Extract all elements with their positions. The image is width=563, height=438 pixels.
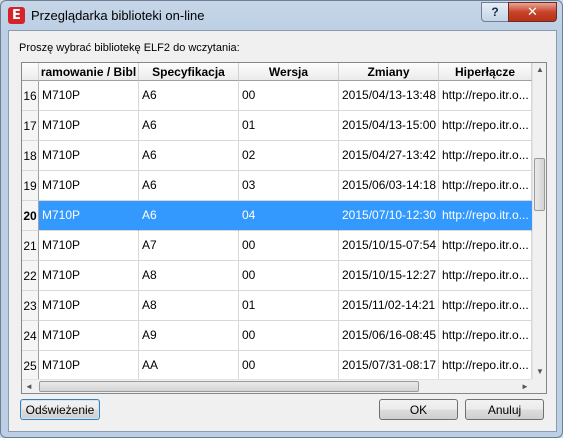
cell-hyperlink[interactable]: http://repo.itr.o...: [439, 231, 532, 261]
cell-changes[interactable]: 2015/10/15-07:54: [339, 231, 439, 261]
cancel-button[interactable]: Anuluj: [465, 399, 544, 420]
column-header-changes[interactable]: Zmiany: [339, 63, 439, 81]
cell-framework[interactable]: M710P: [39, 81, 139, 111]
cell-version[interactable]: 02: [239, 141, 339, 171]
cell-version[interactable]: 00: [239, 261, 339, 291]
cell-specification[interactable]: A8: [139, 291, 239, 321]
cell-framework[interactable]: M710P: [39, 261, 139, 291]
refresh-button[interactable]: Odświeżenie: [20, 399, 100, 420]
title-bar[interactable]: E Przeglądarka biblioteki on-line ? ✕: [1, 1, 562, 31]
ok-button[interactable]: OK: [379, 399, 458, 420]
row-number: 25: [22, 351, 39, 381]
cell-changes[interactable]: 2015/04/27-13:42: [339, 141, 439, 171]
row-number: 16: [22, 81, 39, 111]
vertical-scroll-thumb[interactable]: [534, 158, 545, 211]
cell-framework[interactable]: M710P: [39, 111, 139, 141]
cell-framework[interactable]: M710P: [39, 141, 139, 171]
row-number: 23: [22, 291, 39, 321]
cell-hyperlink[interactable]: http://repo.itr.o...: [439, 111, 532, 141]
cell-changes[interactable]: 2015/06/16-08:45: [339, 321, 439, 351]
cell-version[interactable]: 01: [239, 111, 339, 141]
column-header-hyperlink[interactable]: Hiperłącze: [439, 63, 532, 81]
scrollbar-corner: [532, 379, 546, 393]
table-row[interactable]: 23 M710P A8 01 2015/11/02-14:21 http://repo.i…: [22, 291, 532, 321]
cell-specification[interactable]: A6: [139, 171, 239, 201]
cell-changes[interactable]: 2015/10/15-12:27: [339, 261, 439, 291]
cell-hyperlink[interactable]: http://repo.itr.o...: [439, 141, 532, 171]
scroll-left-arrow-icon[interactable]: ◄: [22, 380, 36, 393]
row-number: 19: [22, 171, 39, 201]
cell-version[interactable]: 00: [239, 81, 339, 111]
cell-specification[interactable]: A6: [139, 141, 239, 171]
cell-specification[interactable]: A6: [139, 201, 239, 231]
scroll-right-arrow-icon[interactable]: ►: [518, 380, 532, 393]
row-number: 24: [22, 321, 39, 351]
row-number: 22: [22, 261, 39, 291]
help-button[interactable]: ?: [481, 2, 509, 22]
cell-framework[interactable]: M710P: [39, 231, 139, 261]
row-number: 18: [22, 141, 39, 171]
cell-version[interactable]: 00: [239, 321, 339, 351]
table-row[interactable]: 22 M710P A8 00 2015/10/15-12:27 http://repo.i…: [22, 261, 532, 291]
table-row[interactable]: 21 M710P A7 00 2015/10/15-07:54 http://repo.i…: [22, 231, 532, 261]
cell-hyperlink[interactable]: http://repo.itr.o...: [439, 201, 532, 231]
vertical-scrollbar[interactable]: ▲ ▼: [532, 63, 546, 379]
cell-version[interactable]: 00: [239, 231, 339, 261]
column-header-specification[interactable]: Specyfikacja: [139, 63, 239, 81]
table-row[interactable]: 20 M710P A6 04 2015/07/10-12:30 http://repo.i…: [22, 201, 532, 231]
cell-specification[interactable]: AA: [139, 351, 239, 381]
cell-version[interactable]: 00: [239, 351, 339, 381]
column-header-version[interactable]: Wersja: [239, 63, 339, 81]
row-number: 20: [22, 201, 39, 231]
cell-hyperlink[interactable]: http://repo.itr.o...: [439, 351, 532, 381]
dialog-body: Proszę wybrać bibliotekę ELF2 do wczytan…: [8, 30, 557, 432]
cell-hyperlink[interactable]: http://repo.itr.o...: [439, 291, 532, 321]
cell-changes[interactable]: 2015/04/13-15:00: [339, 111, 439, 141]
table-row[interactable]: 24 M710P A9 00 2015/06/16-08:45 http://repo.i…: [22, 321, 532, 351]
cell-changes[interactable]: 2015/07/10-12:30: [339, 201, 439, 231]
cell-framework[interactable]: M710P: [39, 171, 139, 201]
row-number: 21: [22, 231, 39, 261]
cell-hyperlink[interactable]: http://repo.itr.o...: [439, 171, 532, 201]
cell-framework[interactable]: M710P: [39, 321, 139, 351]
dialog-window: E Przeglądarka biblioteki on-line ? ✕ Pr…: [0, 0, 563, 438]
cell-changes[interactable]: 2015/06/03-14:18: [339, 171, 439, 201]
horizontal-scroll-thumb[interactable]: [39, 381, 419, 392]
cell-specification[interactable]: A8: [139, 261, 239, 291]
cell-hyperlink[interactable]: http://repo.itr.o...: [439, 81, 532, 111]
table-row[interactable]: 18 M710P A6 02 2015/04/27-13:42 http://repo.i…: [22, 141, 532, 171]
cell-changes[interactable]: 2015/11/02-14:21: [339, 291, 439, 321]
cell-framework[interactable]: M710P: [39, 201, 139, 231]
cell-specification[interactable]: A6: [139, 81, 239, 111]
column-header-framework[interactable]: ramowanie / Bibl: [39, 63, 139, 81]
cell-framework[interactable]: M710P: [39, 291, 139, 321]
cell-version[interactable]: 03: [239, 171, 339, 201]
cell-specification[interactable]: A9: [139, 321, 239, 351]
horizontal-scrollbar[interactable]: ◄ ►: [22, 379, 532, 393]
cell-framework[interactable]: M710P: [39, 351, 139, 381]
cell-hyperlink[interactable]: http://repo.itr.o...: [439, 261, 532, 291]
table-row[interactable]: 19 M710P A6 03 2015/06/03-14:18 http://repo.i…: [22, 171, 532, 201]
app-icon: E: [8, 7, 25, 24]
window-title: Przeglądarka biblioteki on-line: [31, 8, 205, 23]
cell-version[interactable]: 01: [239, 291, 339, 321]
cell-changes[interactable]: 2015/07/31-08:17: [339, 351, 439, 381]
table-row[interactable]: 25 M710P AA 00 2015/07/31-08:17 http://repo.i…: [22, 351, 532, 381]
row-number-header: [22, 63, 39, 81]
cell-hyperlink[interactable]: http://repo.itr.o...: [439, 321, 532, 351]
scroll-up-arrow-icon[interactable]: ▲: [533, 63, 546, 77]
table-row[interactable]: 16 M710P A6 00 2015/04/13-13:48 http://repo.i…: [22, 81, 532, 111]
cell-changes[interactable]: 2015/04/13-13:48: [339, 81, 439, 111]
scroll-down-arrow-icon[interactable]: ▼: [533, 365, 546, 379]
library-table: ramowanie / Bibl Specyfikacja Wersja Zmi…: [21, 62, 547, 394]
table-row[interactable]: 17 M710P A6 01 2015/04/13-15:00 http://repo.i…: [22, 111, 532, 141]
cell-specification[interactable]: A6: [139, 111, 239, 141]
row-number: 17: [22, 111, 39, 141]
cell-version[interactable]: 04: [239, 201, 339, 231]
cell-specification[interactable]: A7: [139, 231, 239, 261]
close-button[interactable]: ✕: [508, 2, 557, 22]
prompt-label: Proszę wybrać bibliotekę ELF2 do wczytan…: [19, 42, 240, 54]
